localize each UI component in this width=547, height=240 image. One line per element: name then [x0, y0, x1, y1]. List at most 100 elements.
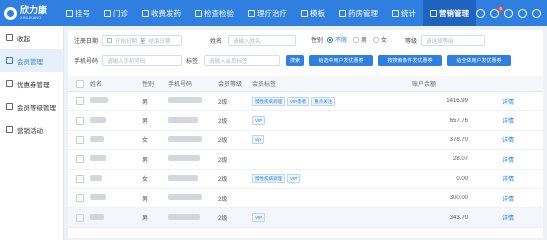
- member-tag: VIP: [252, 213, 266, 223]
- nav-item-label: 营销管理: [439, 8, 469, 18]
- search-button[interactable]: 搜索: [286, 55, 304, 66]
- tag-input[interactable]: 请输入会员标签: [204, 55, 281, 66]
- name-label: 姓名: [210, 39, 223, 45]
- nav-item-label: 药房管理: [348, 8, 378, 18]
- sidebar-item-0[interactable]: 收起: [0, 26, 63, 49]
- nav-item-label: 统计: [401, 8, 416, 18]
- member-tag: VIP: [252, 116, 266, 126]
- member-tag: 慢性疾病调理: [252, 174, 285, 184]
- row-checkbox[interactable]: [76, 174, 84, 183]
- nav-item-7[interactable]: 统计: [385, 0, 423, 26]
- col-level: 会员等级: [218, 82, 243, 88]
- nav-item-label: 挂号: [75, 8, 90, 18]
- coupon-selected-users-button[interactable]: 给选中用户发优惠券: [309, 55, 373, 66]
- cell-balance: 657.76: [449, 117, 468, 124]
- cell-balance: 28.07: [452, 156, 468, 163]
- row-checkbox[interactable]: [76, 97, 84, 106]
- nav-item-3[interactable]: 检查检验: [188, 0, 241, 26]
- notification-bell-icon[interactable]: 6: [490, 5, 503, 18]
- row-checkbox[interactable]: [76, 155, 84, 164]
- calendar-icon: [107, 38, 113, 43]
- template-icon: [301, 9, 308, 17]
- logo-mark-icon: [4, 6, 17, 20]
- gender-radio-any[interactable]: 不限: [327, 35, 347, 44]
- select-all-checkbox[interactable]: [76, 79, 84, 88]
- cell-gender: 男: [142, 99, 149, 106]
- user-avatar-icon[interactable]: [518, 8, 527, 18]
- redacted-phone: [168, 213, 200, 220]
- detail-link[interactable]: 详情: [502, 174, 542, 183]
- settings-gear-icon[interactable]: [504, 8, 513, 18]
- help-icon[interactable]: [476, 8, 485, 18]
- gender-radio-female[interactable]: 女: [373, 35, 387, 44]
- top-navigation-bar: 欣力康 XINLIKANG 挂号 门诊 收费发药 检查检验 理疗治疗 模板 药房管理 统计 营销…: [0, 0, 547, 26]
- collapse-icon: [6, 34, 13, 41]
- coupon-all-users-button[interactable]: 给全体用户发优惠券: [447, 55, 511, 66]
- row-checkbox[interactable]: [76, 213, 84, 222]
- member-tag: 重点关注: [311, 96, 336, 106]
- notification-badge: 6: [498, 5, 503, 12]
- table-row[interactable]: 男 2级 VIP 343.70 详情: [68, 208, 543, 228]
- detail-link[interactable]: 详情: [502, 155, 542, 164]
- phone-label: 手机号码: [74, 59, 99, 65]
- table-row[interactable]: 男 2级 慢性疾病调理 VIP患者 重点关注 1416.99 详情: [68, 92, 543, 112]
- redacted-phone: [168, 116, 198, 123]
- cell-balance: 1416.99: [446, 98, 468, 105]
- sidebar-item-1[interactable]: 会员管理: [0, 49, 63, 72]
- sidebar-item-label: 会员管理: [17, 58, 43, 66]
- sidebar-item-3[interactable]: 会员等级管理: [0, 95, 63, 118]
- nav-item-6[interactable]: 药房管理: [332, 0, 385, 26]
- redacted-phone: [168, 155, 200, 162]
- row-checkbox[interactable]: [76, 194, 84, 203]
- reg-date-range-input[interactable]: 开始日期 至 结束日期: [102, 35, 183, 46]
- coupon-by-condition-button[interactable]: 按搜索条件发优惠券: [378, 55, 442, 66]
- redacted-name: [90, 116, 106, 123]
- cell-tags: VIP: [252, 116, 412, 126]
- nav-item-1[interactable]: 门诊: [97, 0, 135, 26]
- sidebar: 收起会员管理优惠券管理会员等级管理 营销活动: [0, 26, 64, 240]
- header-tools: 6: [476, 5, 547, 18]
- nav-item-8[interactable]: 营销管理: [423, 0, 476, 26]
- level-icon: [6, 103, 13, 110]
- table-row[interactable]: 男 2级 28.07 详情: [68, 150, 543, 170]
- nav-item-0[interactable]: 挂号: [59, 0, 97, 26]
- redacted-name: [90, 135, 104, 142]
- power-icon[interactable]: [532, 8, 541, 18]
- member-tag: vip: [252, 135, 264, 145]
- detail-link[interactable]: 详情: [502, 213, 542, 222]
- detail-link[interactable]: 详情: [502, 116, 542, 125]
- redacted-name: [90, 174, 102, 181]
- nav-item-4[interactable]: 理疗治疗: [241, 0, 294, 26]
- table-body: 男 2级 慢性疾病调理 VIP患者 重点关注 1416.99 详情男 2级 VIP 657.76 详…: [68, 92, 543, 228]
- sidebar-item-label: 优惠券管理: [17, 81, 50, 89]
- phone-input[interactable]: 请输入手机号码: [102, 55, 183, 66]
- sidebar-item-2[interactable]: 优惠券管理: [0, 72, 63, 95]
- level-label: 等级: [405, 39, 418, 45]
- cell-level: 2级: [218, 99, 228, 106]
- table-row[interactable]: 男 2级 VIP 657.76 详情: [68, 111, 543, 131]
- cashier-icon: [142, 9, 149, 17]
- level-select[interactable]: 请选择等级: [421, 35, 486, 46]
- brand-name: 欣力康: [20, 5, 48, 15]
- detail-link[interactable]: 详情: [502, 135, 542, 144]
- col-tags: 会员标签: [252, 82, 277, 88]
- sidebar-item-4[interactable]: 营销活动: [0, 118, 63, 141]
- detail-link[interactable]: 详情: [502, 97, 542, 106]
- row-checkbox[interactable]: [76, 135, 84, 144]
- cell-balance: 343.70: [449, 214, 468, 221]
- brand-logo[interactable]: 欣力康 XINLIKANG: [0, 0, 59, 26]
- table-row[interactable]: 男 2级 300.00 详情: [68, 189, 543, 209]
- nav-item-5[interactable]: 模板: [294, 0, 332, 26]
- row-checkbox[interactable]: [76, 116, 84, 125]
- gender-radio-male[interactable]: 男: [353, 35, 367, 44]
- member-table: 姓名 性别 手机号码 会员等级 会员标签 账户余额 男 2级 慢性疾病调理 VIP患者…: [68, 76, 543, 228]
- table-row[interactable]: 女 2级 vip 378.70 详情: [68, 131, 543, 151]
- name-input[interactable]: 请输入姓名: [228, 35, 297, 46]
- cell-balance: 300.00: [449, 195, 468, 202]
- nav-item-2[interactable]: 收费发药: [135, 0, 188, 26]
- col-phone: 手机号码: [168, 82, 193, 88]
- cell-level: 2级: [218, 119, 228, 126]
- detail-link[interactable]: 详情: [502, 194, 542, 203]
- table-row[interactable]: 女 2级 慢性疾病调理 VIP 0.00 详情: [68, 170, 543, 189]
- member-tag: VIP患者: [287, 96, 310, 106]
